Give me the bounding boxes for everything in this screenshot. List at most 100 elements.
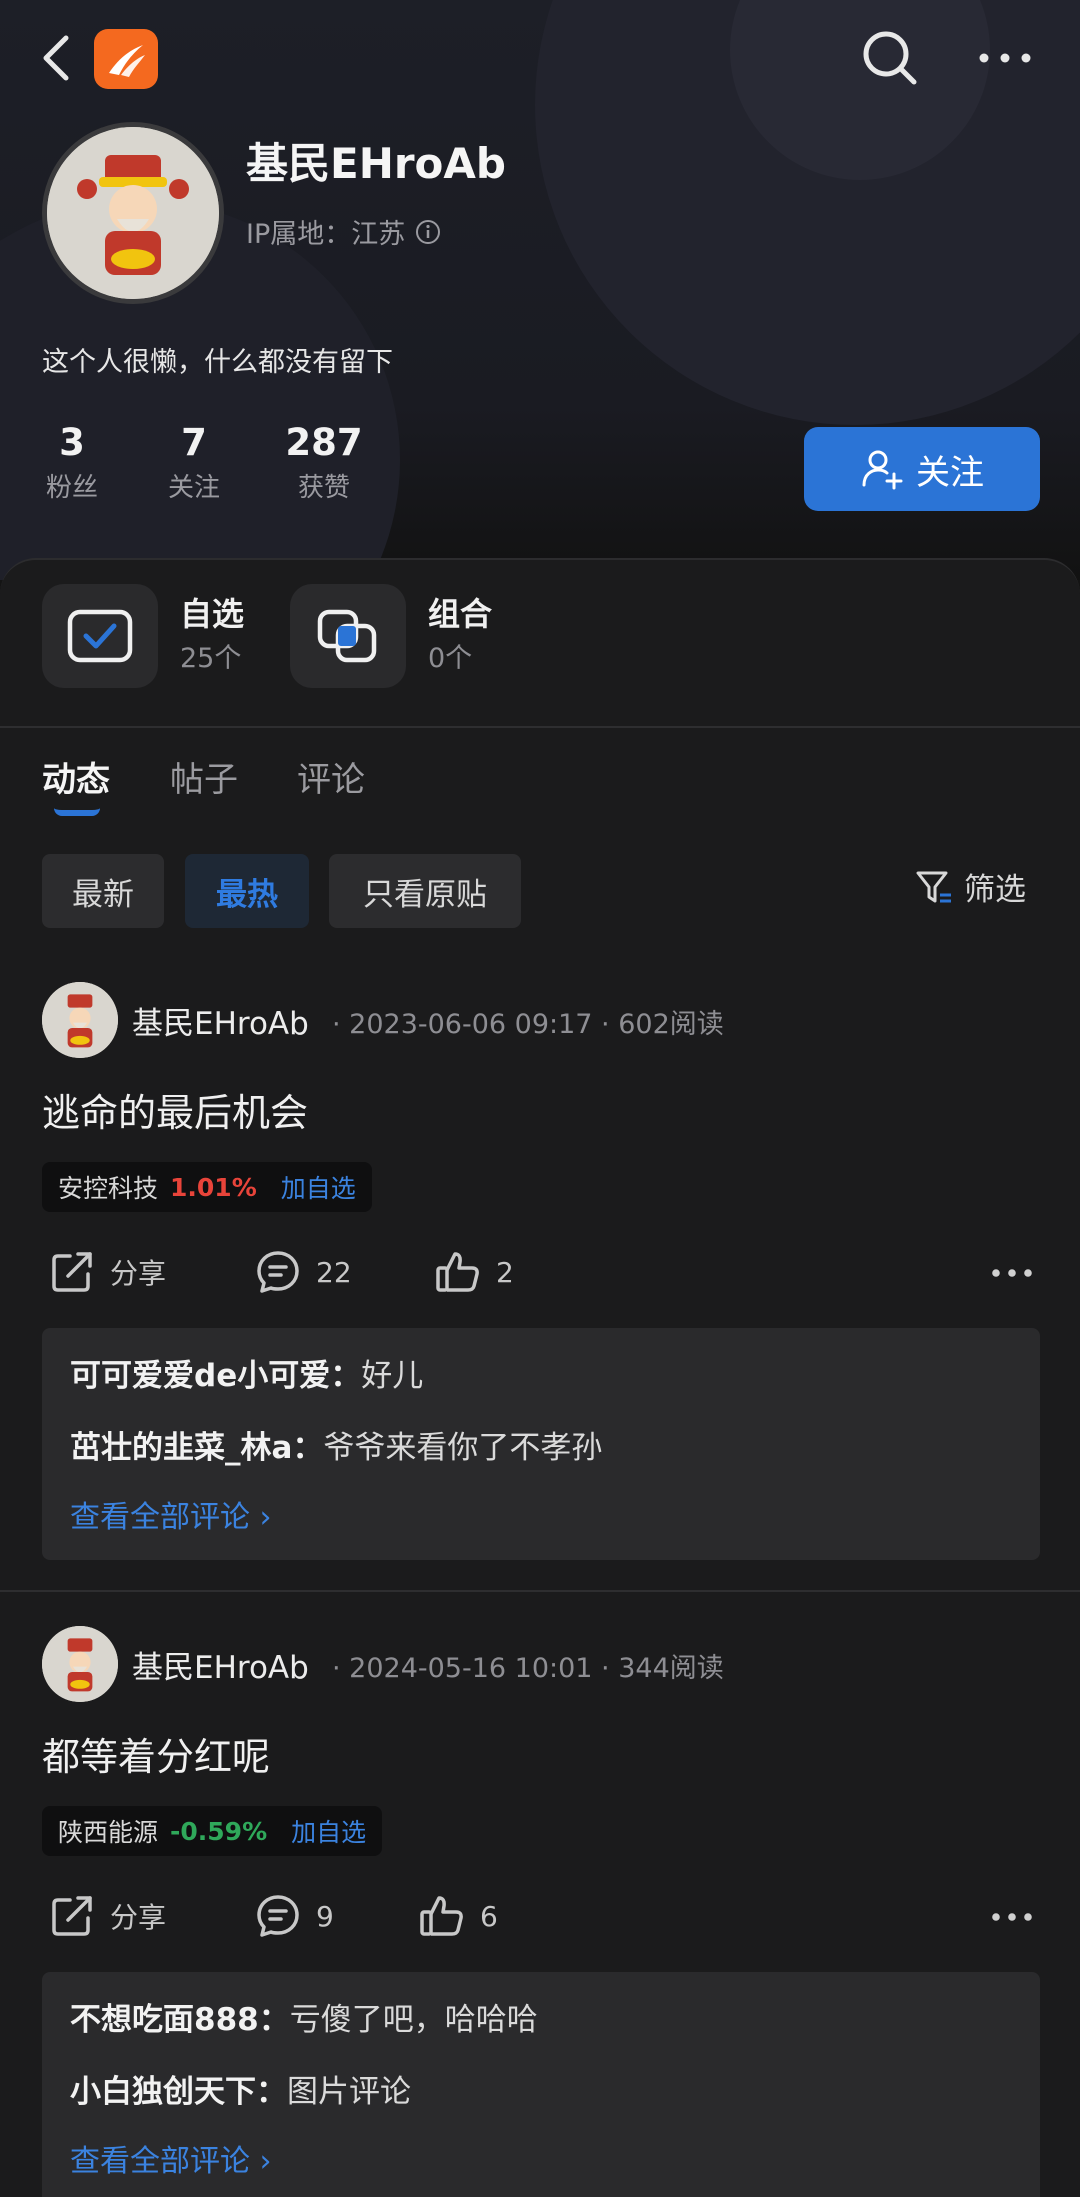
asset-count: 25个	[180, 643, 242, 674]
profile-header: 基民EHroAb IP属地：江苏 这个人很懒，什么都没有留下 3 粉丝 7 关注…	[0, 0, 1080, 580]
asset-title: 组合	[428, 595, 493, 633]
stock-name: 安控科技	[58, 1174, 159, 1203]
tab-posts[interactable]: 帖子	[170, 752, 238, 801]
comments-preview[interactable]: 不想吃面888：亏傻了吧，哈哈哈 小白独创天下：图片评论 查看全部评论 ›	[42, 1972, 1040, 2197]
view-all-comments-link[interactable]: 查看全部评论 ›	[70, 1492, 272, 1536]
stat-followers[interactable]: 3 粉丝	[42, 418, 102, 508]
share-button[interactable]: 分享	[48, 1892, 166, 1940]
more-dots-icon[interactable]	[990, 1263, 1034, 1283]
comment-item: 不想吃面888：亏傻了吧，哈哈哈	[70, 1994, 538, 2039]
share-label: 分享	[110, 1901, 167, 1934]
likes-count: 2	[496, 1255, 514, 1289]
comment-text: 亏傻了吧，哈哈哈	[289, 2002, 538, 2038]
thumbs-up-icon	[420, 1896, 463, 1936]
stat-value: 7	[181, 421, 207, 464]
chip-original-only[interactable]: 只看原贴	[329, 854, 521, 928]
stat-label: 获赞	[297, 473, 350, 503]
post-title[interactable]: 逃命的最后机会	[42, 1082, 308, 1137]
comments-count: 22	[316, 1255, 352, 1289]
stat-following[interactable]: 7 关注	[164, 418, 224, 508]
ip-location-text: IP属地：江苏	[246, 219, 406, 250]
stat-value: 287	[285, 421, 363, 464]
comment-item: 可可爱爱de小可爱：好儿	[70, 1350, 423, 1395]
portfolio-text: 组合 0个	[428, 591, 492, 681]
layers-icon	[317, 609, 377, 663]
share-label: 分享	[110, 1257, 167, 1290]
filter-button[interactable]: 筛选	[914, 864, 1026, 909]
comment-text: 图片评论	[287, 2074, 411, 2110]
likes-count: 6	[480, 1899, 498, 1933]
follow-button[interactable]: 关注	[804, 427, 1040, 511]
comment-user[interactable]: 可可爱爱de小可爱：	[70, 1358, 361, 1394]
chip-latest[interactable]: 最新	[42, 854, 164, 928]
comments-preview[interactable]: 可可爱爱de小可爱：好儿 茁壮的韭菜_林a：爷爷来看你了不孝孙 查看全部评论 ›	[42, 1328, 1040, 1560]
comment-text: 好儿	[361, 1358, 424, 1394]
post-author-name[interactable]: 基民EHroAb	[132, 998, 309, 1043]
search-icon[interactable]	[858, 26, 922, 90]
avatar[interactable]	[42, 122, 224, 304]
asset-portfolio[interactable]: 组合 0个	[290, 584, 492, 688]
tab-comments[interactable]: 评论	[297, 752, 365, 801]
comment-button[interactable]: 22	[254, 1248, 352, 1296]
stat-label: 粉丝	[45, 473, 98, 503]
add-watchlist-link[interactable]: 加自选	[281, 1169, 356, 1205]
divider	[0, 726, 1080, 728]
post-meta: · 2024-05-16 10:01 · 344阅读	[332, 1653, 724, 1684]
stock-name: 陕西能源	[58, 1818, 159, 1847]
share-button[interactable]: 分享	[48, 1248, 166, 1296]
portfolio-tile[interactable]	[290, 584, 406, 688]
checkbox-icon	[67, 609, 133, 663]
comment-user[interactable]: 不想吃面888：	[70, 2002, 290, 2038]
stat-likes: 287 获赞	[284, 418, 364, 508]
share-icon	[52, 1896, 92, 1936]
like-button[interactable]: 2	[434, 1248, 514, 1296]
profile-page: 基民EHroAb IP属地：江苏 这个人很懒，什么都没有留下 3 粉丝 7 关注…	[0, 0, 1080, 2197]
asset-count: 0个	[428, 643, 473, 674]
info-icon[interactable]	[415, 219, 441, 245]
post-title[interactable]: 都等着分红呢	[42, 1726, 270, 1781]
divider	[0, 1590, 1080, 1592]
post-meta: · 2023-06-06 09:17 · 602阅读	[332, 1009, 724, 1040]
comment-item: 茁壮的韭菜_林a：爷爷来看你了不孝孙	[70, 1422, 602, 1467]
follow-button-label: 关注	[916, 452, 984, 493]
profile-bio: 这个人很懒，什么都没有留下	[42, 347, 393, 378]
like-button[interactable]: 6	[418, 1892, 498, 1940]
stat-label: 关注	[167, 473, 220, 503]
ip-location: IP属地：江苏	[246, 212, 441, 251]
watchlist-text: 自选 25个	[180, 591, 244, 681]
share-icon	[52, 1252, 92, 1292]
comments-count: 9	[316, 1899, 334, 1933]
app-logo-icon[interactable]	[94, 29, 158, 89]
filter-icon	[916, 871, 951, 902]
add-user-icon	[862, 450, 903, 490]
comment-item: 小白独创天下：图片评论	[70, 2066, 411, 2111]
post-author-avatar[interactable]	[42, 982, 118, 1058]
watchlist-tile[interactable]	[42, 584, 158, 688]
comment-user[interactable]: 茁壮的韭菜_林a：	[70, 1430, 323, 1466]
chip-hottest[interactable]: 最热	[185, 854, 309, 928]
stock-change: 1.01%	[170, 1172, 257, 1202]
comment-button[interactable]: 9	[254, 1892, 334, 1940]
chevron-left-icon[interactable]	[36, 30, 80, 86]
filter-label: 筛选	[964, 872, 1026, 908]
stock-tag[interactable]: 安控科技 1.01% 加自选	[42, 1162, 372, 1212]
comment-user[interactable]: 小白独创天下：	[70, 2074, 287, 2110]
more-dots-icon[interactable]	[990, 1907, 1034, 1927]
thumbs-up-icon	[436, 1252, 479, 1292]
comment-icon	[257, 1895, 299, 1937]
tab-activity[interactable]: 动态	[42, 752, 110, 801]
asset-title: 自选	[180, 595, 245, 633]
tab-indicator	[54, 808, 100, 816]
asset-watchlist[interactable]: 自选 25个	[42, 584, 244, 688]
add-watchlist-link[interactable]: 加自选	[291, 1813, 366, 1849]
profile-name: 基民EHroAb	[246, 139, 506, 188]
more-dots-icon[interactable]	[974, 40, 1036, 76]
comment-icon	[257, 1251, 299, 1293]
post-author-name[interactable]: 基民EHroAb	[132, 1642, 309, 1687]
stock-change: -0.59%	[170, 1816, 268, 1846]
stock-tag[interactable]: 陕西能源 -0.59% 加自选	[42, 1806, 383, 1856]
comment-text: 爷爷来看你了不孝孙	[323, 1430, 603, 1466]
stat-value: 3	[59, 421, 85, 464]
post-author-avatar[interactable]	[42, 1626, 118, 1702]
view-all-comments-link[interactable]: 查看全部评论 ›	[70, 2136, 272, 2180]
